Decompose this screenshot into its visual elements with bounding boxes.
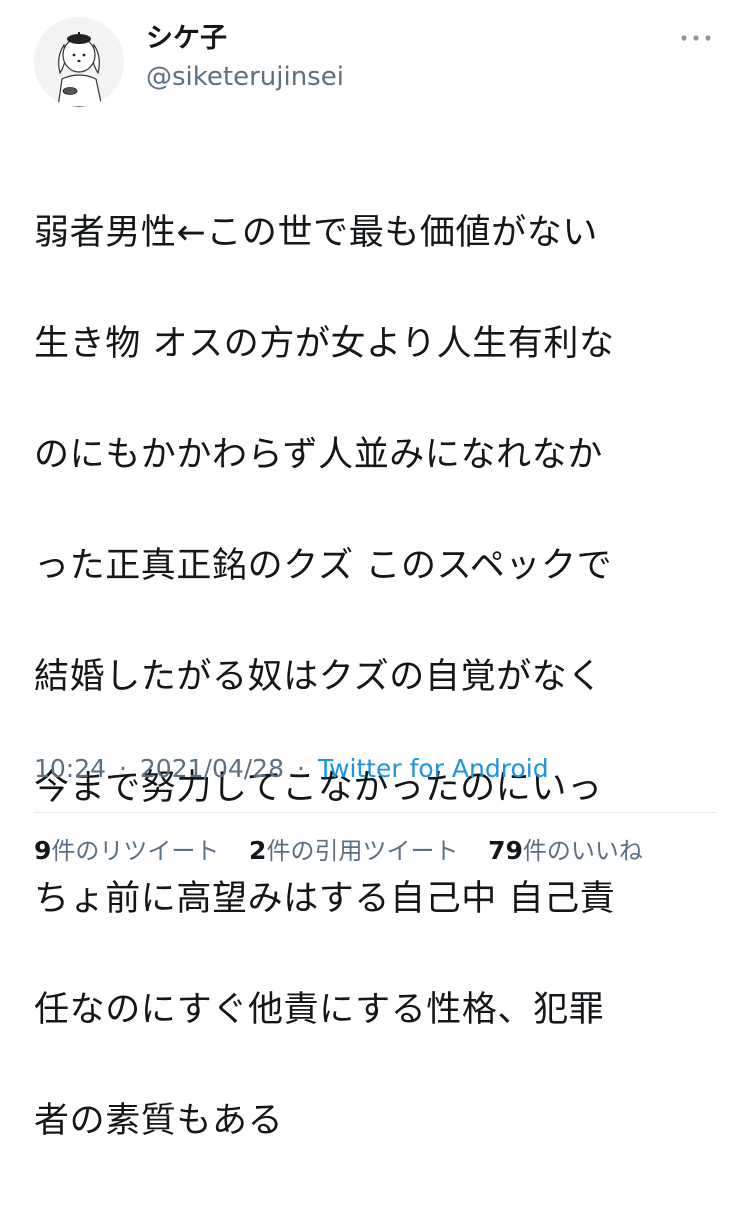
tweet-meta: 10:24 · 2021/04/28 · Twitter for Android: [34, 753, 549, 785]
tweet-text-line: 者の素質もある: [34, 1100, 284, 1141]
display-name[interactable]: シケ子: [146, 25, 227, 52]
more-dots-icon[interactable]: [678, 30, 714, 46]
tweet-text-line: った正真正銘のクズ このスペックで: [34, 545, 613, 586]
tweet-text-line: 任なのにすぐ他責にする性格、犯罪: [34, 989, 605, 1030]
meta-separator: ·: [296, 754, 305, 783]
like-count: 79: [488, 836, 523, 865]
tweet-source-link[interactable]: Twitter for Android: [318, 754, 549, 783]
avatar[interactable]: [34, 17, 124, 107]
likes-stat[interactable]: 79件のいいね: [488, 836, 643, 865]
tweet-time[interactable]: 10:24: [34, 754, 106, 783]
quote-count: 2: [249, 836, 267, 865]
tweet-date[interactable]: 2021/04/28: [140, 754, 284, 783]
tweet-text-line: 生き物 オスの方が女より人生有利な: [34, 323, 615, 364]
tweet-text-line: 結婚したがる奴はクズの自覚がなく: [34, 656, 603, 697]
quote-label: 件の引用ツイート: [266, 837, 459, 865]
tweet-stats: 9件のリツイート 2件の引用ツイート 79件のいいね: [34, 836, 665, 866]
meta-separator: ·: [119, 754, 127, 783]
tweet-text-line: ちょ前に高望みはする自己中 自己責: [34, 878, 616, 919]
quotes-stat[interactable]: 2件の引用ツイート: [249, 836, 459, 865]
tweet-text: 弱者男性←この世で最も価値がない 生き物 オスの方が女より人生有利な のにもかか…: [34, 150, 724, 1205]
retweet-count: 9: [34, 836, 52, 865]
dog-avatar-icon: [34, 17, 124, 107]
divider: [34, 812, 716, 813]
user-handle[interactable]: @siketerujinsei: [146, 64, 344, 90]
tweet-text-line: 弱者男性←この世で最も価値がない: [34, 212, 598, 253]
like-label: 件のいいね: [522, 837, 643, 865]
retweet-label: 件のリツイート: [51, 837, 220, 865]
retweets-stat[interactable]: 9件のリツイート: [34, 836, 220, 865]
tweet-text-line: のにもかかわらず人並みになれなか: [34, 434, 603, 475]
tweet-card: シケ子 @siketerujinsei 弱者男性←この世で最も価値がない 生き物…: [0, 0, 744, 1141]
